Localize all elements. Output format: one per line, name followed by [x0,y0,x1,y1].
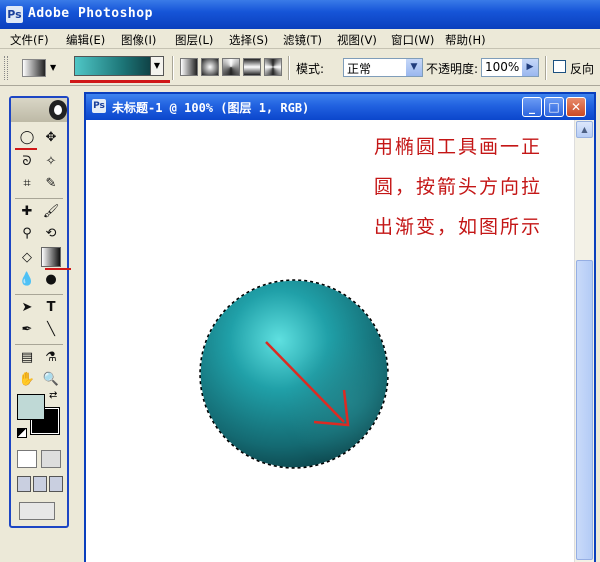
instruction-line-3: 出渐变，如图所示 [374,216,543,238]
divider [545,56,547,80]
document-window: Ps 未标题-1 @ 100% (图层 1, RGB) _ □ ✕ 用椭圆工具画… [84,92,596,562]
healing-brush-icon[interactable]: ✚ [17,202,37,222]
minimize-button[interactable]: _ [522,97,542,117]
radial-gradient-icon[interactable] [201,58,219,76]
chevron-down-icon: ▼ [406,59,422,76]
chevron-down-icon[interactable]: ▼ [50,63,56,72]
brush-tool-icon[interactable]: 🖌 [41,202,61,222]
instruction-line-1: 用椭圆工具画一正 [374,136,543,158]
menu-help[interactable]: 帮助(H) [445,32,486,48]
blur-tool-icon[interactable]: 💧 [17,270,37,290]
crop-tool-icon[interactable]: ⌗ [17,174,37,194]
divider [172,56,174,80]
mode-select[interactable]: 正常 ▼ [343,58,423,77]
swap-colors-icon[interactable]: ⇄ [49,390,57,401]
hand-tool-icon[interactable]: ✋ [17,370,37,390]
eyedropper-icon[interactable]: ⚗ [41,348,61,368]
menu-select[interactable]: 选择(S) [229,32,268,48]
mode-label: 模式: [296,62,325,76]
scroll-up-icon[interactable]: ▲ [576,121,593,138]
standard-mode-button[interactable] [17,450,37,468]
eraser-tool-icon[interactable]: ◇ [17,248,37,268]
divider [15,344,63,345]
linear-gradient-icon[interactable] [180,58,198,76]
default-colors-icon[interactable] [17,428,27,438]
sphere-rim-light [200,280,388,468]
menu-layer[interactable]: 图层(L) [175,32,213,48]
line-tool-icon[interactable]: ╲ [41,320,61,340]
reverse-checkbox[interactable] [553,60,566,73]
chevron-down-icon[interactable]: ▼ [150,56,164,76]
app-title: Adobe Photoshop [28,6,153,21]
pen-tool-icon[interactable]: ✒ [17,320,37,340]
reverse-label: 反向 [570,62,595,76]
toolbox: ◯ ✥ ᘐ ✧ ⌗ ✎ ✚ 🖌 ⚲ ⟲ ◇ 💧 ● ➤ T ✒ ╲ ▤ ⚗ ✋ … [9,96,71,528]
document-icon[interactable]: Ps [92,99,106,113]
divider [288,56,290,80]
diamond-gradient-icon[interactable] [264,58,282,76]
highlight-underline [70,80,170,83]
elliptical-marquee-icon[interactable]: ◯ [17,128,37,148]
divider [15,198,63,199]
divider [15,294,63,295]
mode-value: 正常 [347,62,372,76]
maximize-button[interactable]: □ [544,97,564,117]
menu-image[interactable]: 图像(I) [121,32,156,48]
options-bar: ▼ ▼ 模式: 正常 ▼ 不透明度: 100% ▶ 反向 [0,50,600,86]
grip-handle[interactable] [4,56,8,80]
opacity-field[interactable]: 100% ▶ [481,58,539,77]
history-brush-icon[interactable]: ⟲ [41,224,61,244]
menu-file[interactable]: 文件(F) [10,32,49,48]
menu-view[interactable]: 视图(V) [337,32,377,48]
jump-to-imageready-button[interactable] [19,502,55,520]
path-selection-icon[interactable]: ➤ [17,298,37,318]
gradient-tool-icon[interactable] [41,247,61,267]
highlight-underline [15,148,37,150]
menu-filter[interactable]: 滤镜(T) [283,32,322,48]
menu-bar: 文件(F) 编辑(E) 图像(I) 图层(L) 选择(S) 滤镜(T) 视图(V… [0,29,600,49]
menu-edit[interactable]: 编辑(E) [66,32,105,48]
move-tool-icon[interactable]: ✥ [41,128,61,148]
menu-window[interactable]: 窗口(W) [391,32,434,48]
dodge-tool-icon[interactable]: ● [41,270,61,290]
lasso-tool-icon[interactable]: ᘐ [17,152,37,172]
screen-mode-full[interactable] [49,476,63,492]
quick-mask-button[interactable] [41,450,61,468]
screen-mode-standard[interactable] [17,476,31,492]
photoshop-eye-icon [49,100,67,120]
angle-gradient-icon[interactable] [222,58,240,76]
opacity-label: 不透明度: [426,62,479,76]
canvas[interactable]: 用椭圆工具画一正 圆，按箭头方向拉 出渐变，如图所示 [90,120,574,562]
vertical-scrollbar[interactable]: ▲ [574,120,594,562]
screen-mode-full-menu[interactable] [33,476,47,492]
document-title-bar[interactable]: Ps 未标题-1 @ 100% (图层 1, RGB) _ □ ✕ [86,94,594,120]
chevron-right-icon[interactable]: ▶ [522,59,538,76]
scroll-thumb[interactable] [576,260,593,560]
type-tool-icon[interactable]: T [41,298,61,318]
tool-preset-picker[interactable] [22,59,46,77]
clone-stamp-icon[interactable]: ⚲ [17,224,37,244]
document-title: 未标题-1 @ 100% (图层 1, RGB) [112,101,310,115]
notes-tool-icon[interactable]: ▤ [17,348,37,368]
foreground-color-swatch[interactable] [17,394,45,420]
instruction-line-2: 圆，按箭头方向拉 [374,176,543,198]
photoshop-icon[interactable]: Ps [6,6,23,23]
reflected-gradient-icon[interactable] [243,58,261,76]
toolbox-header[interactable] [11,98,67,122]
slice-tool-icon[interactable]: ✎ [41,174,61,194]
zoom-tool-icon[interactable]: 🔍 [41,370,61,390]
close-button[interactable]: ✕ [566,97,586,117]
magic-wand-icon[interactable]: ✧ [41,152,61,172]
app-title-bar: Ps Adobe Photoshop [0,0,600,29]
opacity-value: 100% [485,60,520,74]
